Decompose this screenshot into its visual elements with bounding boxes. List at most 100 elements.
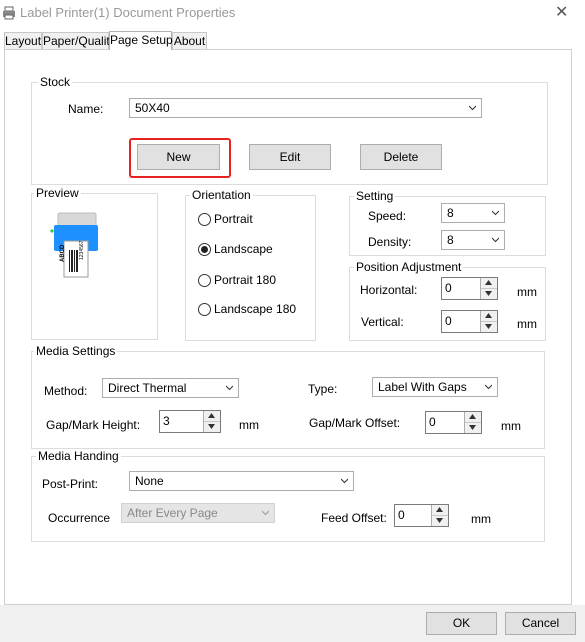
- radio-selected-dot: [201, 246, 208, 253]
- vertical-unit: mm: [517, 317, 537, 331]
- feed-offset-unit: mm: [471, 512, 491, 526]
- decrement-button[interactable]: [204, 422, 220, 432]
- stepper-buttons: [203, 411, 220, 432]
- new-button[interactable]: New: [137, 144, 220, 170]
- speed-value: 8: [447, 206, 454, 220]
- type-value: Label With Gaps: [378, 380, 467, 394]
- increment-button[interactable]: [204, 411, 220, 422]
- type-select[interactable]: Label With Gaps: [372, 377, 498, 397]
- density-label: Density:: [368, 235, 412, 249]
- gap-mark-height-stepper[interactable]: 3: [159, 410, 221, 433]
- name-label: Name:: [68, 102, 104, 116]
- caret-up-icon: [485, 280, 492, 285]
- vertical-stepper[interactable]: 0: [441, 310, 498, 333]
- setting-group-label: Setting: [354, 189, 396, 203]
- chevron-down-icon: [341, 478, 348, 484]
- landscape-label[interactable]: Landscape: [214, 242, 273, 256]
- caret-down-icon: [208, 424, 215, 429]
- caret-up-icon: [208, 413, 215, 418]
- delete-button[interactable]: Delete: [360, 144, 442, 170]
- decrement-button[interactable]: [432, 516, 448, 526]
- post-print-label: Post-Print:: [42, 477, 99, 491]
- horizontal-unit: mm: [517, 285, 537, 299]
- post-print-value: None: [135, 474, 164, 488]
- close-icon[interactable]: ✕: [555, 2, 568, 22]
- method-select[interactable]: Direct Thermal: [102, 378, 239, 398]
- feed-offset-stepper[interactable]: 0: [394, 504, 449, 527]
- tab-page-setup[interactable]: Page Setup: [109, 31, 173, 50]
- gap-mark-offset-value: 0: [429, 415, 436, 429]
- media-settings-group: [31, 351, 545, 449]
- tab-paper-quality[interactable]: Paper/Quality: [42, 32, 116, 49]
- increment-button[interactable]: [432, 505, 448, 516]
- increment-button[interactable]: [481, 311, 497, 322]
- page-setup-panel: Stock Name: 50X40 New Edit Delete Previe…: [4, 49, 572, 605]
- cancel-button[interactable]: Cancel: [505, 612, 576, 635]
- stock-name-select[interactable]: 50X40: [129, 98, 482, 118]
- feed-offset-label: Feed Offset:: [321, 511, 387, 525]
- stepper-buttons: [431, 505, 448, 526]
- stepper-buttons: [480, 278, 497, 299]
- type-label: Type:: [308, 382, 338, 396]
- gap-mark-offset-stepper[interactable]: 0: [425, 411, 482, 434]
- portrait-radio[interactable]: [198, 213, 211, 226]
- chevron-down-icon: [492, 210, 499, 216]
- feed-offset-value: 0: [398, 508, 405, 522]
- portrait-label[interactable]: Portrait: [214, 212, 253, 226]
- horizontal-value: 0: [445, 281, 452, 295]
- media-settings-label: Media Settings: [34, 344, 118, 358]
- window-title: Label Printer(1) Document Properties: [20, 5, 236, 20]
- method-value: Direct Thermal: [108, 381, 187, 395]
- density-select[interactable]: 8: [441, 230, 505, 250]
- landscape-180-radio[interactable]: [198, 303, 211, 316]
- media-handing-group: [31, 456, 545, 542]
- position-adjustment-label: Position Adjustment: [354, 260, 464, 274]
- caret-down-icon: [485, 291, 492, 296]
- method-label: Method:: [44, 384, 88, 398]
- portrait-180-label[interactable]: Portrait 180: [214, 273, 276, 287]
- dialog-footer: OK Cancel: [0, 605, 585, 642]
- caret-down-icon: [436, 518, 443, 523]
- increment-button[interactable]: [481, 278, 497, 289]
- decrement-button[interactable]: [481, 322, 497, 332]
- media-handing-label: Media Handing: [36, 449, 121, 463]
- occurrence-select[interactable]: After Every Page: [121, 503, 275, 523]
- horizontal-label: Horizontal:: [360, 283, 418, 297]
- increment-button[interactable]: [465, 412, 481, 423]
- speed-select[interactable]: 8: [441, 203, 505, 223]
- stock-name-value: 50X40: [135, 101, 170, 115]
- gap-mark-offset-unit: mm: [501, 419, 521, 433]
- density-value: 8: [447, 233, 454, 247]
- post-print-select[interactable]: None: [129, 471, 354, 491]
- chevron-down-icon: [485, 384, 492, 390]
- stock-group-label: Stock: [38, 75, 73, 89]
- vertical-label: Vertical:: [361, 315, 404, 329]
- gap-mark-height-value: 3: [163, 414, 170, 428]
- landscape-radio[interactable]: [198, 243, 211, 256]
- chevron-down-icon: [492, 237, 499, 243]
- barcode-icon: [69, 250, 78, 272]
- orientation-group-label: Orientation: [190, 188, 253, 202]
- caret-down-icon: [469, 425, 476, 430]
- stepper-buttons: [464, 412, 481, 433]
- tab-layout[interactable]: Layout: [4, 32, 42, 49]
- edit-button[interactable]: Edit: [249, 144, 331, 170]
- preview-label-number: 1234567: [79, 240, 85, 260]
- decrement-button[interactable]: [481, 289, 497, 299]
- title-bar: Label Printer(1) Document Properties ✕: [0, 0, 585, 30]
- chevron-down-icon: [226, 385, 233, 391]
- printer-app-icon: [3, 6, 15, 20]
- occurrence-value: After Every Page: [127, 506, 218, 520]
- gap-mark-height-label: Gap/Mark Height:: [46, 418, 141, 432]
- horizontal-stepper[interactable]: 0: [441, 277, 498, 300]
- speed-label: Speed:: [368, 209, 407, 223]
- tab-about[interactable]: About: [172, 32, 207, 49]
- ok-button[interactable]: OK: [426, 612, 497, 635]
- decrement-button[interactable]: [465, 423, 481, 433]
- occurrence-label: Occurrence: [48, 511, 111, 525]
- portrait-180-radio[interactable]: [198, 274, 211, 287]
- landscape-180-label[interactable]: Landscape 180: [214, 302, 296, 316]
- caret-up-icon: [436, 507, 443, 512]
- tab-strip: Layout Paper/Quality Page Setup About: [0, 31, 585, 50]
- preview-group-label: Preview: [34, 186, 81, 200]
